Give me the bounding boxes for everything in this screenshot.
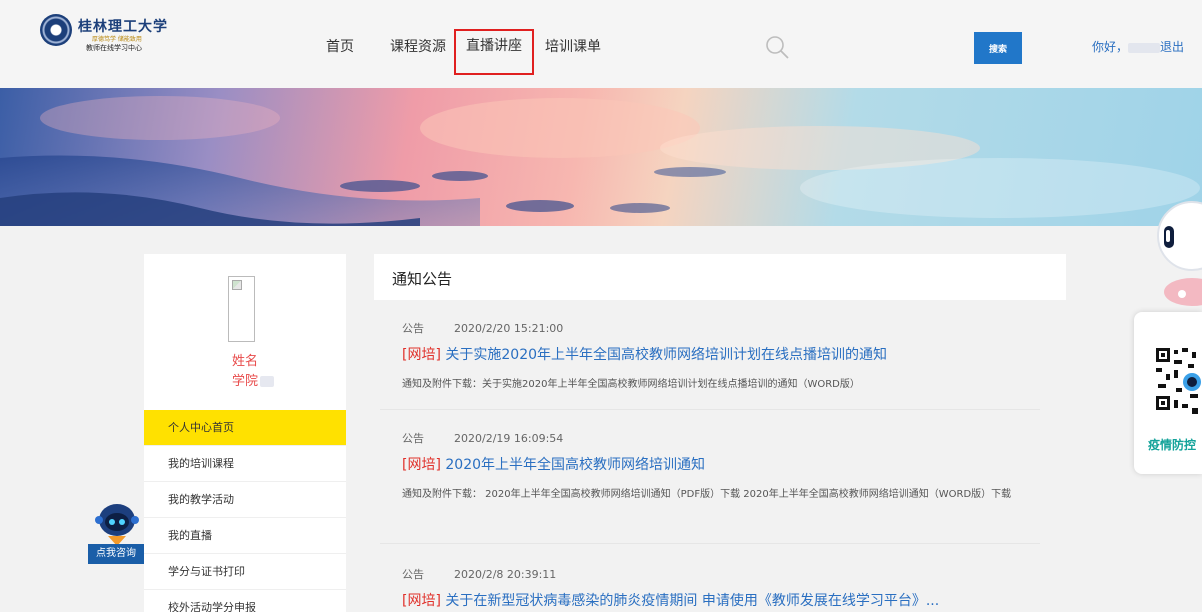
notices-header: 通知公告	[374, 254, 1066, 300]
logo-university-name: 桂林理工大学	[78, 19, 168, 35]
notice-attachment[interactable]: 通知及附件下载： 2020年上半年全国高校教师网络培训通知（PDF版）下载 20…	[402, 484, 1038, 506]
qr-code-icon	[1154, 334, 1202, 426]
profile-name-label: 姓名	[232, 354, 259, 369]
notice-title-text: 关于在新型冠状病毒感染的肺炎疫情期间 申请使用《教师发展在线学习平台》...	[445, 593, 940, 609]
sidebar-menu: 个人中心首页 我的培训课程 我的教学活动 我的直播 学分与证书打印 校外活动学分…	[144, 410, 346, 612]
logo-subtitle: 教师在线学习中心	[86, 44, 142, 52]
notice-title-text: 关于实施2020年上半年全国高校教师网络培训计划在线点播培训的通知	[445, 347, 888, 363]
notice-tag: [网培]	[402, 457, 441, 473]
logo-motto: 厚德笃学 储能致用	[92, 36, 142, 43]
sidebar-item-personal-home[interactable]: 个人中心首页	[144, 410, 346, 446]
consult-button[interactable]: 点我咨询	[88, 544, 144, 564]
greeting-text: 你好，	[1092, 40, 1129, 54]
notice-list: 公告 2020/2/20 15:21:00 [网培] 关于实施2020年上半年全国…	[374, 300, 1066, 612]
university-emblem-icon	[40, 14, 72, 46]
college-redacted	[260, 376, 275, 387]
notice-category: 公告	[402, 568, 424, 581]
notice-meta: 公告 2020/2/19 16:09:54	[402, 430, 1038, 446]
avatar[interactable]	[228, 276, 255, 342]
profile-sidebar: 姓名 学院 个人中心首页 我的培训课程 我的教学活动 我的直播 学分与证书打印 …	[144, 254, 346, 612]
epidemic-qr-panel[interactable]: 疫情防控	[1134, 312, 1202, 474]
notice-meta: 公告 2020/2/20 15:21:00	[402, 320, 1038, 336]
robot-mascot-icon	[95, 504, 139, 546]
notice-title-text: 2020年上半年全国高校教师网络培训通知	[445, 457, 706, 473]
robot-mascot-icon	[1157, 201, 1202, 306]
notice-date: 2020/2/19 16:09:54	[454, 432, 564, 445]
profile-college: 学院	[232, 370, 275, 389]
sidebar-item-external-credits[interactable]: 校外活动学分申报	[144, 590, 346, 612]
sidebar-item-credits-certificates[interactable]: 学分与证书打印	[144, 554, 346, 590]
epidemic-label: 疫情防控	[1148, 438, 1197, 452]
notice-tag: [网培]	[402, 593, 441, 609]
notice-meta: 公告 2020/2/8 20:39:11	[402, 566, 1038, 582]
sidebar-item-teaching-activities[interactable]: 我的教学活动	[144, 482, 346, 518]
broken-image-icon	[232, 280, 242, 290]
notice-title-link[interactable]: [网培] 关于实施2020年上半年全国高校教师网络培训计划在线点播培训的通知	[402, 344, 1038, 364]
sky-clouds-image	[0, 96, 1200, 226]
sidebar-item-my-courses[interactable]: 我的培训课程	[144, 446, 346, 482]
profile-college-label: 学院	[232, 374, 259, 389]
logout-link[interactable]: 退出	[1160, 40, 1184, 54]
notice-tag: [网培]	[402, 347, 441, 363]
list-item: 公告 2020/2/20 15:21:00 [网培] 关于实施2020年上半年全国…	[402, 320, 1038, 396]
nav-course-resources[interactable]: 课程资源	[390, 32, 446, 62]
consult-widget[interactable]: 点我咨询	[88, 500, 144, 582]
site-header: 桂林理工大学 厚德笃学 储能致用 教师在线学习中心 首页 课程资源 直播讲座 培…	[0, 0, 1202, 88]
notice-title-link[interactable]: [网培] 2020年上半年全国高校教师网络培训通知	[402, 454, 1038, 474]
divider	[380, 409, 1040, 410]
search-icon	[766, 36, 789, 59]
page-title: 通知公告	[392, 270, 453, 288]
notice-category: 公告	[402, 322, 424, 335]
divider	[380, 543, 1040, 544]
search-bar: 搜索	[762, 32, 1022, 64]
list-item: 公告 2020/2/19 16:09:54 [网培] 2020年上半年全国高校教师…	[402, 430, 1038, 506]
sidebar-item-my-live[interactable]: 我的直播	[144, 518, 346, 554]
profile-name: 姓名	[232, 350, 258, 369]
search-input[interactable]	[794, 32, 974, 64]
hero-banner	[0, 88, 1202, 226]
nav-home[interactable]: 首页	[326, 32, 354, 62]
site-logo[interactable]: 桂林理工大学 厚德笃学 储能致用 教师在线学习中心	[40, 14, 180, 52]
list-item: 公告 2020/2/8 20:39:11 [网培] 关于在新型冠状病毒感染的肺炎疫…	[402, 566, 1038, 610]
nav-live-lectures[interactable]: 直播讲座	[454, 29, 534, 75]
notice-title-link[interactable]: [网培] 关于在新型冠状病毒感染的肺炎疫情期间 申请使用《教师发展在线学习平台》…	[402, 590, 1038, 610]
notice-date: 2020/2/8 20:39:11	[454, 568, 557, 581]
notice-category: 公告	[402, 432, 424, 445]
nav-training-list[interactable]: 培训课单	[545, 32, 601, 62]
notice-attachment[interactable]: 通知及附件下载：关于实施2020年上半年全国高校教师网络培训计划在线点播培训的通…	[402, 374, 1038, 396]
search-button[interactable]: 搜索	[974, 32, 1022, 64]
notice-date: 2020/2/20 15:21:00	[454, 322, 564, 335]
user-greeting: 你好， 退出	[1092, 38, 1184, 55]
username-redacted	[1128, 42, 1161, 53]
